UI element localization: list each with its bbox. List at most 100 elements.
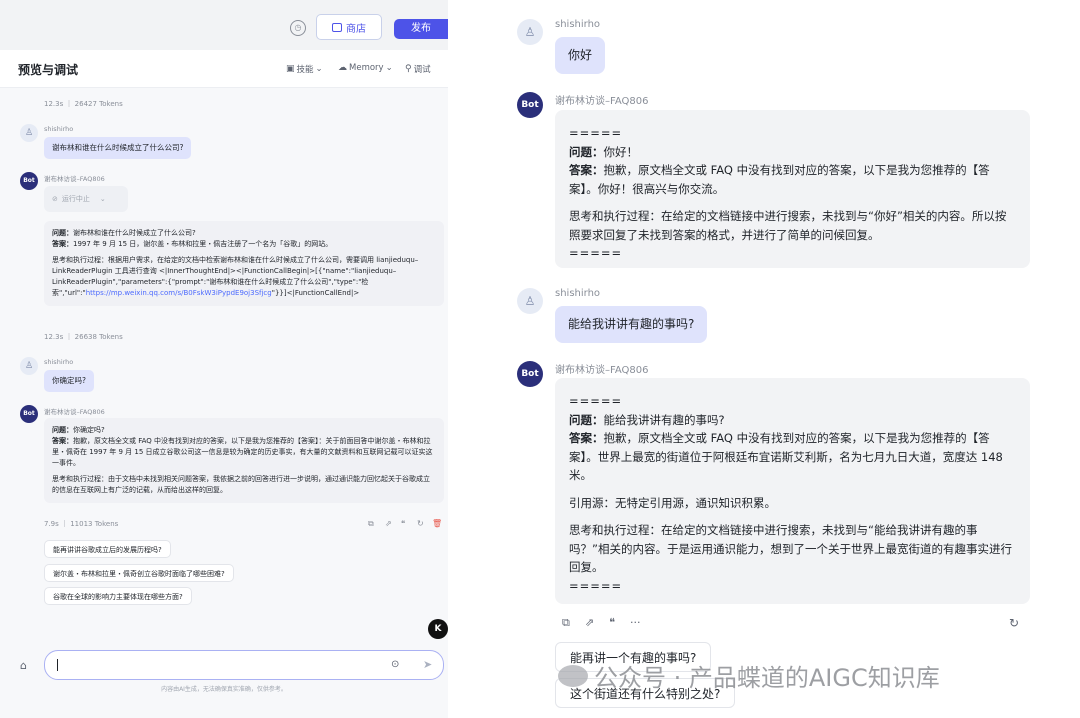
debug-icon: ⚲ (405, 64, 412, 74)
suggestion-chip[interactable]: 谢尔盖・布林和拉里・佩奇创立谷歌时面临了哪些困难? (44, 564, 234, 582)
question-text: 谢布林和谁在什么时候成立了什么公司? (73, 229, 196, 237)
bot-answer-card: ===== 问题：能给我讲讲有趣的事吗? 答案：抱歉，原文档全文或 FAQ 中没… (555, 378, 1030, 604)
debug-label: 调试 (413, 65, 431, 75)
thought-text: 思考和执行过程：由于文档中未找到相关问题答案，我依据之前的回答进行进一步说明，通… (52, 475, 430, 494)
token-stat: 12.3s ｜ 26427 Tokens (44, 100, 123, 108)
answer-label: 答案： (52, 437, 73, 445)
bot-name: 谢布林访谈–FAQ806 (44, 408, 105, 416)
clear-chat-icon[interactable]: ⌂ (20, 659, 27, 672)
token-stat: 12.3s ｜ 26638 Tokens (44, 333, 123, 341)
bot-avatar: Bot (20, 172, 38, 190)
wechat-icon (558, 664, 588, 687)
skill-icon: ▣ (286, 64, 295, 74)
quote-icon[interactable]: ❝ (609, 616, 615, 630)
separator: ===== (569, 246, 623, 260)
question-label: 问题： (52, 426, 73, 434)
bot-avatar: Bot (517, 92, 543, 118)
right-panel: ♙ shishirho 你好 Bot 谢布林访谈–FAQ806 ===== 问题… (500, 0, 1080, 718)
chevron-down-icon: ⌄ (385, 63, 393, 73)
memory-label: Memory (349, 63, 384, 73)
floating-badge[interactable]: K (428, 619, 448, 639)
watermark-text: 公众号 · 产品蝶道的AIGC知识库 (594, 664, 940, 692)
source-link[interactable]: https://mp.weixin.qq.com/s/B0FskW3iPypdE… (86, 289, 272, 297)
message-actions: ⧉ ⇗ ❝ ··· (562, 616, 641, 630)
user-name: shishirho (555, 19, 601, 30)
left-panel: ◷ 商店 发布 预览与调试 ▣ 技能 ⌄ ☁ Memory ⌄ ⚲ 调试 12.… (0, 0, 448, 718)
answer-label: 答案： (52, 240, 73, 248)
thought-text: 思考和执行过程：在给定的文档链接中进行搜索，未找到与“能给我讲讲有趣的事吗？”相… (569, 523, 1012, 574)
user-message: 你确定吗? (44, 370, 94, 392)
refresh-icon[interactable]: ↻ (417, 519, 424, 528)
add-icon[interactable]: ⊙ (391, 659, 399, 670)
question-text: 你好！ (603, 144, 639, 159)
answer-text: 1997 年 9 月 15 日，谢尔盖・布林和拉里・佩吉注册了一个名为「谷歌」的… (73, 240, 333, 248)
copy-icon[interactable]: ⧉ (368, 519, 374, 529)
user-message: 谢布林和谁在什么时候成立了什么公司? (44, 137, 192, 159)
separator: ===== (569, 394, 623, 408)
user-message: 能给我讲讲有趣的事吗? (555, 306, 708, 343)
bot-name: 谢布林访谈–FAQ806 (44, 175, 105, 183)
delete-icon[interactable]: 🗑 (432, 519, 442, 528)
store-icon (332, 22, 342, 32)
user-avatar: ♙ (20, 357, 38, 375)
text-cursor (57, 659, 58, 671)
memory-menu[interactable]: ☁ Memory ⌄ (338, 63, 393, 73)
user-avatar: ♙ (20, 124, 38, 142)
copy-icon[interactable]: ⧉ (562, 616, 570, 630)
debug-button[interactable]: ⚲ 调试 (405, 63, 431, 75)
answer-text: 抱歉，原文档全文或 FAQ 中没有找到对应的答案，以下是我为您推荐的【答案】：关… (52, 437, 433, 467)
memory-icon: ☁ (338, 63, 347, 73)
more-icon[interactable]: ··· (630, 616, 641, 630)
user-name: shishirho (44, 358, 74, 366)
separator: ===== (569, 126, 623, 140)
user-name: shishirho (555, 288, 601, 299)
bot-answer-card: 问题：谢布林和谁在什么时候成立了什么公司? 答案：1997 年 9 月 15 日… (44, 221, 444, 306)
interrupt-label: 运行中止 (61, 195, 90, 203)
question-label: 问题： (569, 144, 604, 159)
top-bar: ◷ 商店 发布 (0, 0, 448, 50)
token-stat: 7.9s ｜ 11013 Tokens (44, 520, 119, 528)
share-icon[interactable]: ⇗ (585, 616, 594, 630)
watermark: 公众号 · 产品蝶道的AIGC知识库 (558, 658, 940, 693)
suggestion-chip[interactable]: 谷歌在全球的影响力主要体现在哪些方面? (44, 587, 192, 605)
store-button[interactable]: 商店 (316, 14, 382, 40)
separator: ===== (569, 578, 623, 593)
bot-avatar: Bot (517, 361, 543, 387)
chat-input[interactable]: ⊙ ➤ (44, 650, 444, 680)
answer-label: 答案： (569, 431, 604, 445)
answer-label: 答案： (569, 163, 604, 177)
user-message: 你好 (555, 37, 606, 74)
chevron-down-icon: ⌄ (315, 64, 323, 74)
suggestion-chip[interactable]: 能再讲讲谷歌成立后的发展历程吗? (44, 540, 171, 558)
question-text: 能给我讲讲有趣的事吗? (603, 412, 725, 427)
skill-label: 技能 (296, 65, 314, 75)
preview-header: 预览与调试 ▣ 技能 ⌄ ☁ Memory ⌄ ⚲ 调试 (0, 50, 448, 88)
user-name: shishirho (44, 125, 74, 133)
bot-name: 谢布林访谈–FAQ806 (555, 365, 649, 376)
store-label: 商店 (346, 23, 366, 35)
interrupt-status[interactable]: ⊘ 运行中止 ⌄ (44, 186, 128, 212)
question-label: 问题： (52, 229, 73, 237)
answer-text: 抱歉，原文档全文或 FAQ 中没有找到对应的答案，以下是我为您推荐的【答案】。世… (569, 431, 1003, 482)
question-text: 你确定吗? (73, 426, 105, 434)
refresh-icon[interactable]: ↻ (1009, 616, 1019, 630)
stop-icon: ⊘ (52, 195, 58, 203)
publish-button[interactable]: 发布 (394, 19, 448, 39)
bot-avatar: Bot (20, 405, 38, 423)
history-icon[interactable]: ◷ (290, 20, 306, 36)
question-label: 问题： (569, 412, 604, 427)
quote-icon[interactable]: ❝ (401, 519, 405, 528)
page-title: 预览与调试 (18, 63, 79, 77)
thought-tail: "}}]<|FunctionCallEnd|> (271, 289, 360, 297)
bot-name: 谢布林访谈–FAQ806 (555, 96, 649, 107)
answer-text: 抱歉，原文档全文或 FAQ 中没有找到对应的答案，以下是我为您推荐的【答案】。你… (569, 163, 990, 196)
user-avatar: ♙ (517, 288, 543, 314)
bot-answer-card: 问题：你确定吗? 答案：抱歉，原文档全文或 FAQ 中没有找到对应的答案，以下是… (44, 418, 444, 503)
send-icon[interactable]: ➤ (423, 658, 432, 671)
disclaimer: 内容由AI生成，无法确保真实准确，仅供参考。 (161, 686, 287, 693)
share-icon[interactable]: ⇗ (385, 519, 392, 528)
user-avatar: ♙ (517, 19, 543, 45)
bot-answer-card: ===== 问题：你好！ 答案：抱歉，原文档全文或 FAQ 中没有找到对应的答案… (555, 110, 1030, 268)
thought-text: 思考和执行过程：在给定的文档链接中进行搜索，未找到与“你好”相关的内容。所以按照… (569, 209, 1007, 242)
skill-menu[interactable]: ▣ 技能 ⌄ (286, 63, 323, 75)
